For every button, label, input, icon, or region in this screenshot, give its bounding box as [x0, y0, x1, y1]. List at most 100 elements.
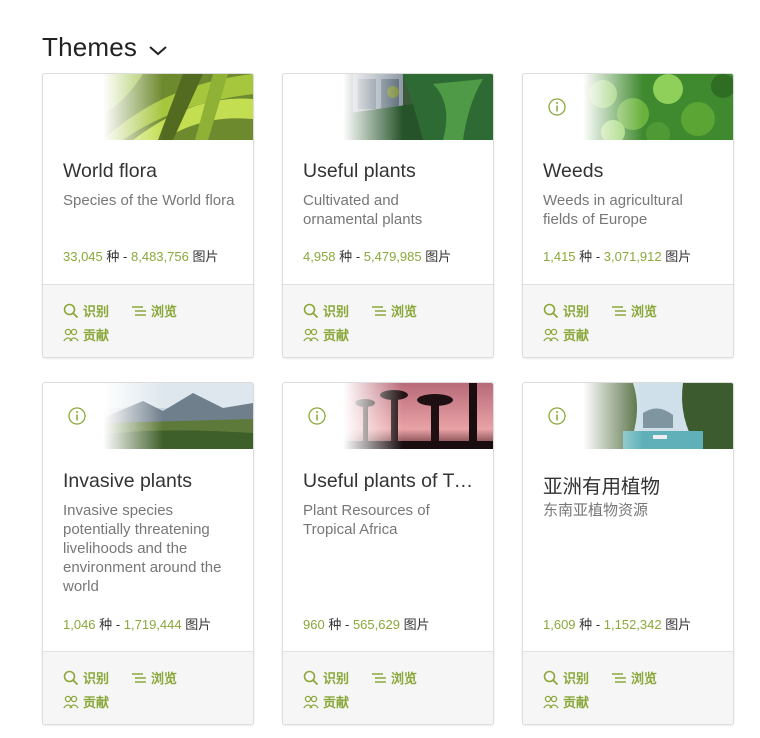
card-actions: 识别 浏览 贡献: [283, 651, 493, 724]
info-icon[interactable]: [548, 407, 566, 425]
browse-button[interactable]: 浏览: [131, 301, 177, 320]
theme-card-useful-plants[interactable]: Useful plants Cultivated and ornamental …: [282, 73, 494, 358]
contribute-label: 贡献: [563, 328, 590, 343]
info-icon[interactable]: [548, 98, 566, 116]
info-icon[interactable]: [308, 407, 326, 425]
page-title: Themes: [42, 32, 138, 62]
species-count: 1,046: [63, 617, 96, 632]
images-count: 5,479,985: [363, 249, 422, 264]
species-count: 1,609: [543, 617, 576, 632]
images-count: 1,152,342: [603, 617, 662, 632]
card-title[interactable]: Useful plants of Tropical Africa: [303, 470, 475, 493]
list-icon: [612, 305, 626, 316]
card-title[interactable]: Useful plants: [303, 160, 475, 183]
search-icon: [543, 303, 559, 318]
species-count: 4,958: [303, 249, 336, 264]
search-icon: [543, 670, 559, 685]
contribute-label: 贡献: [323, 328, 350, 343]
browse-label: 浏览: [631, 304, 658, 319]
images-unit: 图片: [425, 249, 452, 264]
browse-button[interactable]: 浏览: [611, 301, 657, 320]
stats-separator: -: [355, 249, 361, 264]
users-icon: [543, 328, 559, 341]
theme-card-asia-useful-plants[interactable]: 亚洲有用植物 东南亚植物资源 1,609 种 - 1,152,342 图片 识别…: [522, 382, 734, 725]
chevron-down-icon[interactable]: [147, 39, 169, 61]
themes-grid: World flora Species of the World flora 3…: [42, 73, 734, 733]
card-title[interactable]: World flora: [63, 160, 235, 183]
images-count: 8,483,756: [131, 249, 189, 264]
search-icon: [303, 670, 319, 685]
stats-separator: -: [595, 249, 601, 264]
card-stats: 1,415 种 - 3,071,912 图片: [543, 246, 691, 265]
contribute-label: 贡献: [83, 328, 110, 343]
card-title[interactable]: Weeds: [543, 160, 715, 183]
contribute-button[interactable]: 贡献: [543, 692, 589, 711]
images-count: 565,629: [352, 617, 400, 632]
contribute-button[interactable]: 贡献: [303, 325, 349, 344]
themes-header[interactable]: Themes: [42, 32, 169, 63]
identify-button[interactable]: 识别: [543, 301, 589, 320]
contribute-button[interactable]: 贡献: [63, 325, 109, 344]
card-banner: [43, 74, 253, 140]
list-icon: [612, 672, 626, 683]
theme-card-invasive-plants[interactable]: Invasive plants Invasive species potenti…: [42, 382, 254, 725]
contribute-label: 贡献: [83, 695, 110, 710]
browse-button[interactable]: 浏览: [131, 668, 177, 687]
search-icon: [303, 303, 319, 318]
info-icon[interactable]: [68, 407, 86, 425]
identify-label: 识别: [83, 671, 110, 686]
identify-button[interactable]: 识别: [303, 668, 349, 687]
species-count: 1,415: [543, 249, 576, 264]
stats-separator: -: [344, 617, 350, 632]
contribute-label: 贡献: [563, 695, 590, 710]
users-icon: [63, 695, 79, 708]
card-actions: 识别 浏览 贡献: [43, 651, 253, 724]
browse-label: 浏览: [391, 671, 418, 686]
card-stats: 1,046 种 - 1,719,444 图片: [63, 614, 211, 633]
list-icon: [372, 672, 386, 683]
browse-button[interactable]: 浏览: [371, 668, 417, 687]
card-subtitle: Weeds in agricultural fields of Europe: [543, 192, 683, 228]
species-unit: 种: [328, 617, 342, 632]
users-icon: [303, 695, 319, 708]
contribute-label: 贡献: [323, 695, 350, 710]
identify-button[interactable]: 识别: [63, 668, 109, 687]
identify-button[interactable]: 识别: [543, 668, 589, 687]
theme-card-useful-plants-africa[interactable]: Useful plants of Tropical Africa Plant R…: [282, 382, 494, 725]
search-icon: [63, 670, 79, 685]
card-title[interactable]: Invasive plants: [63, 470, 235, 493]
card-subtitle: Invasive species potentially threatening…: [63, 502, 222, 595]
species-unit: 种: [339, 249, 353, 264]
browse-button[interactable]: 浏览: [611, 668, 657, 687]
stats-separator: -: [115, 617, 121, 632]
identify-label: 识别: [323, 671, 350, 686]
contribute-button[interactable]: 贡献: [543, 325, 589, 344]
species-unit: 种: [579, 249, 593, 264]
theme-card-weeds[interactable]: Weeds Weeds in agricultural fields of Eu…: [522, 73, 734, 358]
contribute-button[interactable]: 贡献: [63, 692, 109, 711]
card-title[interactable]: 亚洲有用植物: [543, 470, 715, 499]
users-icon: [543, 695, 559, 708]
card-subtitle: Plant Resources of Tropical Africa: [303, 502, 430, 538]
card-stats: 960 种 - 565,629 图片: [303, 614, 430, 633]
theme-card-world-flora[interactable]: World flora Species of the World flora 3…: [42, 73, 254, 358]
card-subtitle: Cultivated and ornamental plants: [303, 192, 423, 228]
list-icon: [132, 305, 146, 316]
browse-label: 浏览: [631, 671, 658, 686]
contribute-button[interactable]: 贡献: [303, 692, 349, 711]
users-icon: [63, 328, 79, 341]
stats-separator: -: [123, 249, 128, 264]
browse-label: 浏览: [151, 304, 178, 319]
list-icon: [132, 672, 146, 683]
identify-label: 识别: [563, 304, 590, 319]
browse-button[interactable]: 浏览: [371, 301, 417, 320]
identify-button[interactable]: 识别: [63, 301, 109, 320]
card-actions: 识别 浏览 贡献: [43, 284, 253, 357]
images-unit: 图片: [665, 617, 692, 632]
images-unit: 图片: [665, 249, 692, 264]
card-banner: [283, 74, 493, 140]
card-stats: 1,609 种 - 1,152,342 图片: [543, 614, 691, 633]
card-subtitle: Species of the World flora: [63, 192, 235, 209]
identify-button[interactable]: 识别: [303, 301, 349, 320]
browse-label: 浏览: [391, 304, 418, 319]
